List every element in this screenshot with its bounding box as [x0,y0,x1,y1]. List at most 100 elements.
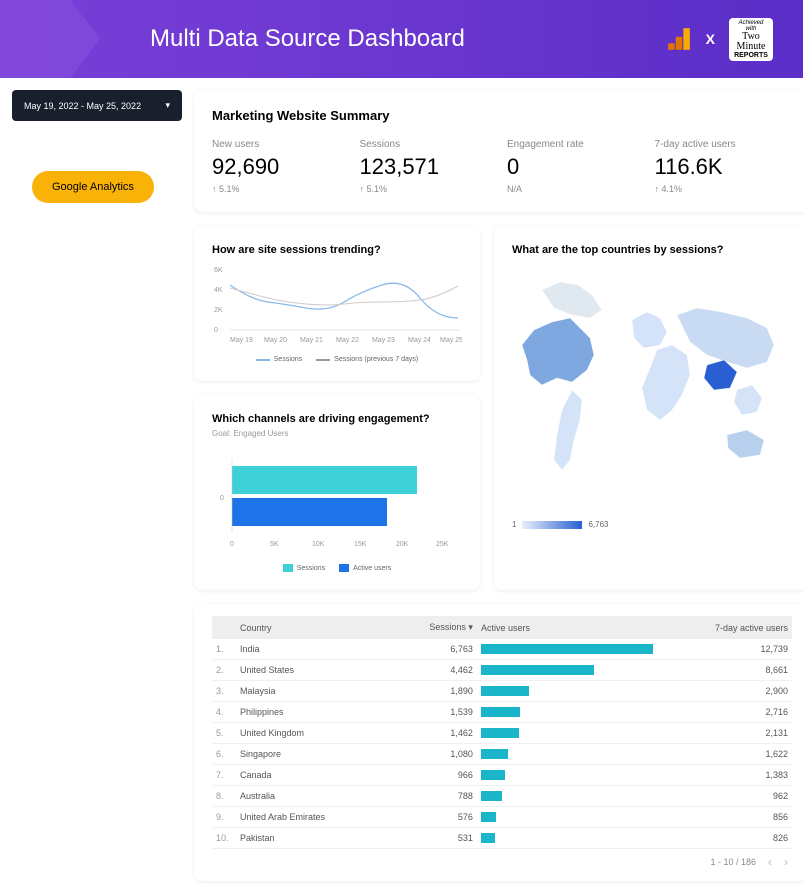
cell-sessions: 6,763 [391,639,477,660]
svg-text:May 24: May 24 [408,337,431,344]
th-country[interactable]: Country [236,616,391,639]
cell-sessions: 1,080 [391,744,477,765]
google-analytics-button[interactable]: Google Analytics [32,171,154,203]
cell-country: United States [236,660,391,681]
svg-text:20K: 20K [396,541,409,548]
svg-text:25K: 25K [436,541,449,548]
cell-active-bar [477,744,657,765]
map-card: What are the top countries by sessions? [494,226,803,590]
channels-subtitle: Goal: Engaged Users [212,429,462,438]
trend-title: How are site sessions trending? [212,244,462,256]
kpi-sessions: Sessions 123,571 ↑ 5.1% [360,139,498,194]
trend-legend: Sessions Sessions (previous 7 days) [212,356,462,363]
cell-active-bar [477,765,657,786]
cell-country: Canada [236,765,391,786]
cell-7day: 2,131 [657,723,792,744]
cell-country: India [236,639,391,660]
svg-text:May 20: May 20 [264,337,287,344]
cell-sessions: 788 [391,786,477,807]
header-decoration [0,0,100,78]
cell-7day: 856 [657,807,792,828]
cell-country: United Arab Emirates [236,807,391,828]
row-charts: How are site sessions trending? 6K 4K 2K… [194,226,803,590]
table-pager: 1 - 10 / 186 ‹ › [212,849,792,869]
trend-card: How are site sessions trending? 6K 4K 2K… [194,226,480,381]
th-sessions[interactable]: Sessions ▾ [391,616,477,639]
cell-7day: 2,716 [657,702,792,723]
pager-text: 1 - 10 / 186 [710,857,756,867]
cell-country: Singapore [236,744,391,765]
col-left: How are site sessions trending? 6K 4K 2K… [194,226,480,590]
cell-country: United Kingdom [236,723,391,744]
app-header: Multi Data Source Dashboard X Achieved w… [0,0,803,78]
svg-text:2K: 2K [214,307,223,314]
cell-sessions: 1,890 [391,681,477,702]
header-icons: X Achieved with Two Minute REPORTS [666,18,773,61]
separator-x: X [706,31,715,47]
th-active[interactable]: Active users [477,616,657,639]
cell-7day: 12,739 [657,639,792,660]
cell-7day: 826 [657,828,792,849]
date-range-label: May 19, 2022 - May 25, 2022 [24,101,141,111]
map-title: What are the top countries by sessions? [512,244,792,256]
table-row: 1. India 6,763 12,739 [212,639,792,660]
svg-text:15K: 15K [354,541,367,548]
cell-sessions: 1,539 [391,702,477,723]
svg-text:4K: 4K [214,287,223,294]
svg-text:5K: 5K [270,541,279,548]
cell-active-bar [477,828,657,849]
table-row: 4. Philippines 1,539 2,716 [212,702,792,723]
channels-card: Which channels are driving engagement? G… [194,395,480,590]
table-row: 7. Canada 966 1,383 [212,765,792,786]
cell-country: Pakistan [236,828,391,849]
kpi-7day-active: 7-day active users 116.6K ↑ 4.1% [655,139,793,194]
cell-active-bar [477,723,657,744]
table-row: 5. United Kingdom 1,462 2,131 [212,723,792,744]
table-row: 3. Malaysia 1,890 2,900 [212,681,792,702]
cell-active-bar [477,702,657,723]
cell-country: Australia [236,786,391,807]
date-range-picker[interactable]: May 19, 2022 - May 25, 2022 ▾ [12,90,182,121]
table-card: Country Sessions ▾ Active users 7-day ac… [194,604,803,881]
prev-page-button[interactable]: ‹ [768,855,772,869]
cell-7day: 8,661 [657,660,792,681]
table-row: 10. Pakistan 531 826 [212,828,792,849]
table-row: 6. Singapore 1,080 1,622 [212,744,792,765]
chevron-down-icon: ▾ [165,100,170,111]
world-map [512,260,792,510]
table-row: 8. Australia 788 962 [212,786,792,807]
cell-7day: 2,900 [657,681,792,702]
next-page-button[interactable]: › [784,855,788,869]
trend-chart: 6K 4K 2K 0 May 19 May 20 May 21 May 22 M… [212,260,462,350]
th-7day[interactable]: 7-day active users [657,616,792,639]
cell-7day: 962 [657,786,792,807]
sidebar: May 19, 2022 - May 25, 2022 ▾ Google Ana… [12,90,182,881]
cell-sessions: 4,462 [391,660,477,681]
cell-active-bar [477,639,657,660]
main-layout: May 19, 2022 - May 25, 2022 ▾ Google Ana… [0,78,803,893]
svg-text:0: 0 [230,541,234,548]
summary-title: Marketing Website Summary [212,108,792,123]
cell-7day: 1,622 [657,744,792,765]
table-row: 9. United Arab Emirates 576 856 [212,807,792,828]
svg-text:0: 0 [220,495,224,502]
svg-text:May 22: May 22 [336,337,359,344]
cell-country: Philippines [236,702,391,723]
cell-active-bar [477,786,657,807]
svg-text:May 19: May 19 [230,337,253,344]
cell-active-bar [477,660,657,681]
cell-sessions: 966 [391,765,477,786]
cell-sessions: 576 [391,807,477,828]
channels-legend: Sessions Active users [212,564,462,572]
channels-title: Which channels are driving engagement? [212,413,462,425]
content: Marketing Website Summary New users 92,6… [194,90,803,881]
svg-text:May 25: May 25 [440,337,462,344]
cell-7day: 1,383 [657,765,792,786]
page-title: Multi Data Source Dashboard [150,25,666,53]
cell-active-bar [477,807,657,828]
cell-country: Malaysia [236,681,391,702]
country-table: Country Sessions ▾ Active users 7-day ac… [212,616,792,849]
channels-chart: 0 0 5K 10K 15K 20K 25K [212,448,462,558]
map-legend: 1 6,763 [512,520,792,529]
svg-text:6K: 6K [214,267,223,274]
